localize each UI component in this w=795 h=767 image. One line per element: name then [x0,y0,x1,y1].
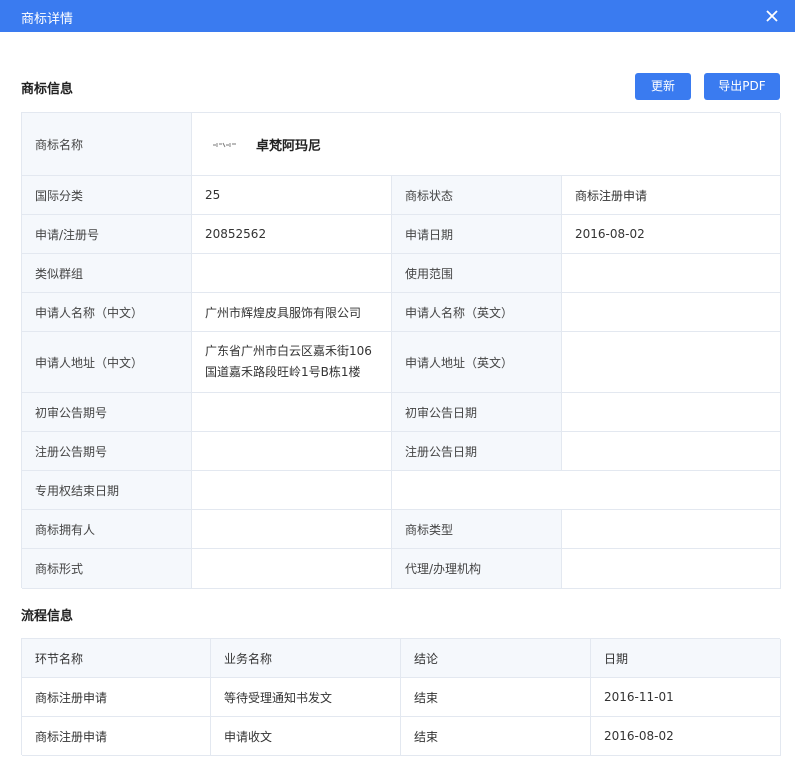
address-cn-line2: 国道嘉禾路段旺岭1号B栋1楼 [205,365,361,379]
section-title-flow: 流程信息 [21,609,74,624]
flow-row-2-result: 结束 [401,717,591,756]
dialog-titlebar: 商标详情 [0,0,795,32]
label-apply-date: 申请日期 [392,215,562,254]
section-title-info: 商标信息 [21,82,74,97]
value-reg-notice-no [192,432,392,471]
label-intl-class: 国际分类 [22,176,192,215]
value-prelim-date [562,393,781,432]
value-address-en [562,332,781,393]
value-type [562,510,781,549]
label-reg-notice-no: 注册公告期号 [22,432,192,471]
address-cn-line1: 广东省广州市白云区嘉禾街106 [205,344,372,358]
value-name: 卓梵阿玛尼 [192,113,781,176]
label-name: 商标名称 [22,113,192,176]
dialog-title: 商标详情 [21,12,74,27]
label-address-cn: 申请人地址（中文） [22,332,192,393]
label-form: 商标形式 [22,549,192,589]
label-type: 商标类型 [392,510,562,549]
value-scope [562,254,781,293]
flow-row-2-date: 2016-08-02 [591,717,781,756]
value-reg-no: 20852562 [192,215,392,254]
value-form [192,549,392,589]
flow-header-business: 业务名称 [211,639,401,678]
flow-row-1-result: 结束 [401,678,591,717]
export-pdf-button[interactable]: 导出PDF [704,73,780,100]
flow-header-stage: 环节名称 [22,639,211,678]
flow-header-result: 结论 [401,639,591,678]
trademark-logo-image [213,142,236,148]
flow-header-date: 日期 [591,639,781,678]
refresh-button[interactable]: 更新 [635,73,691,100]
label-status: 商标状态 [392,176,562,215]
label-reg-notice-date: 注册公告日期 [392,432,562,471]
empty-cell [392,471,781,510]
value-status: 商标注册申请 [562,176,781,215]
value-applicant-en [562,293,781,332]
value-similar-group [192,254,392,293]
label-applicant-en: 申请人名称（英文） [392,293,562,332]
flow-row-2-business: 申请收文 [211,717,401,756]
value-applicant-cn: 广州市辉煌皮具服饰有限公司 [192,293,392,332]
flow-row-1-date: 2016-11-01 [591,678,781,717]
flow-row-1-stage: 商标注册申请 [22,678,211,717]
label-applicant-cn: 申请人名称（中文） [22,293,192,332]
flow-table: 环节名称 业务名称 结论 日期 商标注册申请 等待受理通知书发文 结束 2016… [21,638,781,756]
label-owner: 商标拥有人 [22,510,192,549]
value-prelim-no [192,393,392,432]
trademark-info-table: 商标名称 卓梵阿玛尼 国际分类 25 商标状态 商标注册申请 申请/注册号 20… [21,112,781,589]
value-reg-notice-date [562,432,781,471]
flow-row-1-business: 等待受理通知书发文 [211,678,401,717]
value-exclusive-end [192,471,392,510]
label-reg-no: 申请/注册号 [22,215,192,254]
close-icon[interactable] [764,8,780,24]
value-agent [562,549,781,589]
label-prelim-date: 初审公告日期 [392,393,562,432]
label-address-en: 申请人地址（英文） [392,332,562,393]
value-owner [192,510,392,549]
label-exclusive-end: 专用权结束日期 [22,471,192,510]
label-prelim-no: 初审公告期号 [22,393,192,432]
label-agent: 代理/办理机构 [392,549,562,589]
value-apply-date: 2016-08-02 [562,215,781,254]
value-intl-class: 25 [192,176,392,215]
value-address-cn: 广东省广州市白云区嘉禾街106 国道嘉禾路段旺岭1号B栋1楼 [192,332,392,393]
flow-row-2-stage: 商标注册申请 [22,717,211,756]
trademark-name: 卓梵阿玛尼 [256,138,322,154]
label-scope: 使用范围 [392,254,562,293]
label-similar-group: 类似群组 [22,254,192,293]
